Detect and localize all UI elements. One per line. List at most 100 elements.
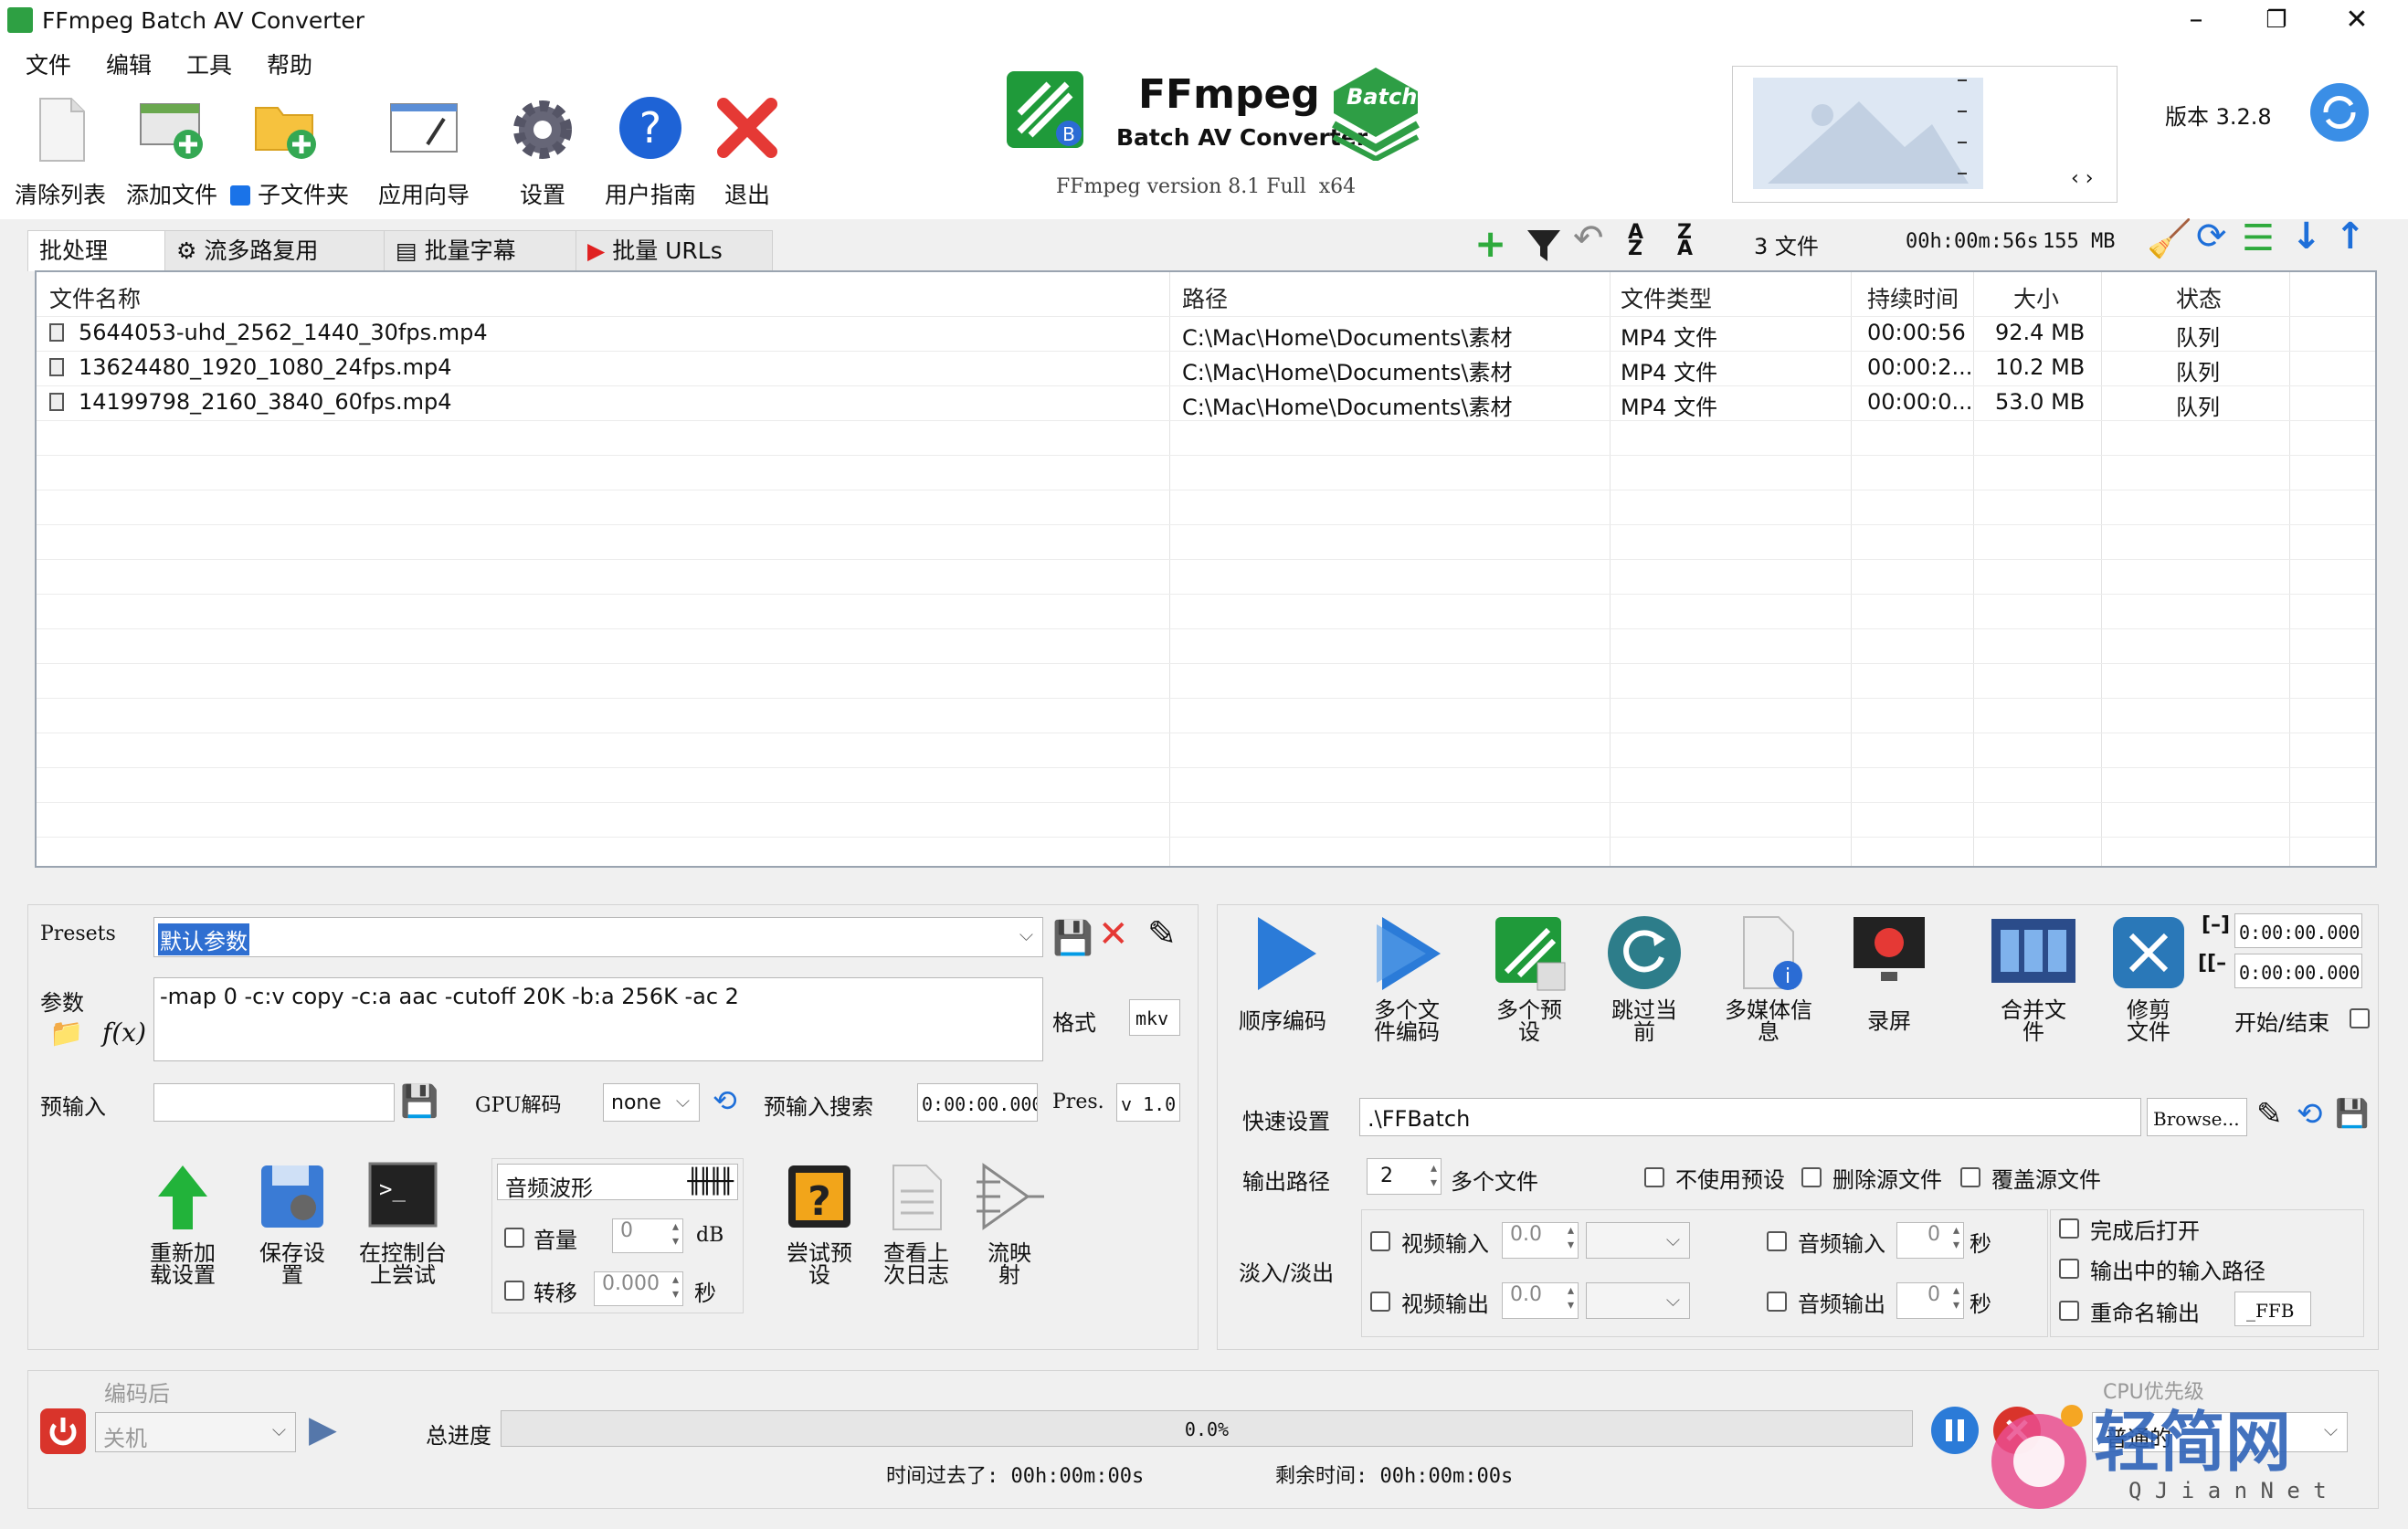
waveform-button[interactable]: 音频波形 ╫╫╫╫ bbox=[497, 1164, 738, 1201]
save-icon[interactable]: 💾 bbox=[400, 1083, 438, 1120]
menu-file[interactable]: 文件 bbox=[26, 47, 71, 80]
delete-preset-icon[interactable]: ✕ bbox=[1098, 913, 1129, 955]
table-row[interactable]: 14199798_2160_3840_60fps.mp4 C:\Mac\Home… bbox=[37, 385, 2375, 420]
overwrite-source-checkbox[interactable] bbox=[1960, 1167, 1980, 1187]
shift-checkbox[interactable] bbox=[504, 1281, 524, 1301]
sort-za-icon[interactable]: ZA bbox=[1677, 223, 1693, 259]
video-out-select[interactable] bbox=[1586, 1282, 1690, 1319]
video-in-select[interactable] bbox=[1586, 1222, 1690, 1259]
filter-icon[interactable] bbox=[1524, 225, 1564, 270]
user-guide-button[interactable]: ? 用户指南 bbox=[596, 91, 705, 210]
col-size[interactable]: 大小 bbox=[2013, 281, 2059, 314]
gpu-select[interactable]: none bbox=[603, 1083, 700, 1122]
add-files-button[interactable]: 添加文件 bbox=[117, 91, 227, 210]
video-in-checkbox[interactable] bbox=[1370, 1231, 1390, 1251]
broom-icon[interactable]: 🧹 bbox=[2147, 217, 2192, 260]
save-preset-icon[interactable]: 💾 bbox=[1052, 919, 1093, 957]
subfolders-button[interactable]: 子文件夹 bbox=[230, 91, 349, 210]
menu-tools[interactable]: 工具 bbox=[186, 47, 232, 80]
tab-batch-urls[interactable]: ▶ 批量 URLs bbox=[576, 230, 773, 271]
tab-batch-subtitles[interactable]: ▤ 批量字幕 bbox=[384, 230, 588, 271]
start-end-checkbox[interactable] bbox=[2350, 1008, 2370, 1028]
col-path[interactable]: 路径 bbox=[1182, 281, 1228, 314]
move-down-icon[interactable]: ↓ bbox=[2291, 216, 2322, 258]
video-out-checkbox[interactable] bbox=[1370, 1292, 1390, 1312]
sort-az-icon[interactable]: AZ bbox=[1628, 223, 1643, 259]
stream-map-button[interactable]: 流映射 bbox=[968, 1160, 1051, 1286]
close-button[interactable]: ✕ bbox=[2317, 0, 2397, 40]
preview-nav-arrows[interactable]: ‹ › bbox=[2071, 167, 2094, 190]
table-row[interactable]: 13624480_1920_1080_24fps.mp4 C:\Mac\Home… bbox=[37, 351, 2375, 385]
auto-icon[interactable]: ▶ bbox=[309, 1408, 337, 1450]
try-console-button[interactable]: >_ 在控制台上尝试 bbox=[353, 1160, 453, 1286]
minimize-button[interactable]: – bbox=[2156, 0, 2236, 40]
trim-files-button[interactable]: 修剪文件 bbox=[2107, 912, 2191, 1043]
test-preset-button[interactable]: ? 尝试预设 bbox=[776, 1160, 862, 1286]
skip-current-button[interactable]: 跳过当前 bbox=[1589, 912, 1699, 1043]
audio-out-checkbox[interactable] bbox=[1767, 1292, 1787, 1312]
rename-suffix-input[interactable]: _FFB bbox=[2234, 1292, 2311, 1326]
file-list[interactable]: 文件名称 路径 文件类型 持续时间 大小 状态 5644053-uhd_2562… bbox=[35, 270, 2377, 868]
tab-batch[interactable]: 批处理 bbox=[27, 230, 185, 271]
save-icon[interactable]: 💾 bbox=[2335, 1098, 2369, 1130]
audio-out-spinner[interactable]: 0 bbox=[1896, 1282, 1964, 1319]
pre-input-field[interactable] bbox=[153, 1083, 395, 1122]
undo-icon[interactable]: ⟲ bbox=[2297, 1096, 2323, 1133]
params-input[interactable]: -map 0 -c:v copy -c:a aac -cutoff 20K -b… bbox=[153, 977, 1043, 1061]
sync-icon[interactable]: ⟳ bbox=[2196, 216, 2227, 258]
sequential-encode-button[interactable]: 顺序编码 bbox=[1226, 912, 1339, 1032]
table-row[interactable]: 5644053-uhd_2562_1440_30fps.mp4 C:\Mac\H… bbox=[37, 316, 2375, 351]
undo-icon[interactable]: ↶ bbox=[1573, 217, 1604, 259]
col-duration[interactable]: 持续时间 bbox=[1867, 281, 1959, 314]
move-up-icon[interactable]: ↑ bbox=[2335, 216, 2366, 258]
clear-list-button[interactable]: 清除列表 bbox=[5, 91, 115, 210]
pause-button[interactable] bbox=[1929, 1405, 1980, 1456]
wizard-button[interactable]: 应用向导 bbox=[369, 91, 479, 210]
preset-select[interactable]: 默认参数 bbox=[153, 917, 1043, 957]
pre-search-input[interactable]: 0:00:00.000 bbox=[917, 1083, 1038, 1122]
after-encode-select[interactable]: 关机 bbox=[95, 1412, 296, 1452]
multi-file-encode-button[interactable]: 多个文件编码 bbox=[1350, 912, 1463, 1043]
refresh-icon[interactable]: ⟲ bbox=[713, 1083, 737, 1118]
no-preset-checkbox[interactable] bbox=[1644, 1167, 1664, 1187]
volume-checkbox[interactable] bbox=[504, 1228, 524, 1248]
format-input[interactable]: mkv bbox=[1129, 999, 1180, 1036]
folder-add-icon[interactable]: 📁 bbox=[49, 1018, 83, 1049]
view-log-button[interactable]: 查看上次日志 bbox=[873, 1160, 959, 1286]
open-when-done-checkbox[interactable] bbox=[2059, 1218, 2079, 1239]
volume-spinner[interactable]: 0 bbox=[612, 1218, 683, 1253]
maximize-button[interactable]: ❐ bbox=[2236, 0, 2317, 40]
exit-button[interactable]: 退出 bbox=[692, 91, 802, 210]
edit-icon[interactable]: ✎ bbox=[2256, 1096, 2283, 1133]
menu-edit[interactable]: 编辑 bbox=[106, 47, 152, 80]
add-icon[interactable]: + bbox=[1474, 221, 1506, 266]
subfolders-checkbox[interactable] bbox=[230, 185, 250, 206]
power-button[interactable] bbox=[38, 1407, 88, 1456]
col-status[interactable]: 状态 bbox=[2176, 281, 2222, 314]
save-settings-button[interactable]: 保存设置 bbox=[247, 1160, 338, 1286]
rename-output-checkbox[interactable] bbox=[2059, 1301, 2079, 1321]
video-in-spinner[interactable]: 0.0 bbox=[1502, 1222, 1579, 1259]
menu-help[interactable]: 帮助 bbox=[267, 47, 312, 80]
end-time-input[interactable]: 0:00:00.000 bbox=[2234, 954, 2362, 988]
input-path-checkbox[interactable] bbox=[2059, 1259, 2079, 1279]
pres-input[interactable]: v 1.0 bbox=[1116, 1083, 1180, 1122]
list-icon[interactable]: ☰ bbox=[2242, 217, 2275, 259]
multi-file-spinner[interactable]: 2 ▴ ▾ bbox=[1367, 1158, 1442, 1195]
video-out-spinner[interactable]: 0.0 bbox=[1502, 1282, 1579, 1319]
col-filename[interactable]: 文件名称 bbox=[49, 281, 141, 314]
delete-source-checkbox[interactable] bbox=[1801, 1167, 1822, 1187]
col-type[interactable]: 文件类型 bbox=[1621, 281, 1712, 314]
audio-in-checkbox[interactable] bbox=[1767, 1231, 1787, 1251]
browse-button[interactable]: Browse... bbox=[2147, 1098, 2247, 1136]
reload-settings-button[interactable]: 重新加载设置 bbox=[137, 1160, 228, 1286]
audio-in-spinner[interactable]: 0 bbox=[1896, 1222, 1964, 1259]
function-icon[interactable]: f(x) bbox=[102, 1018, 146, 1048]
start-time-input[interactable]: 0:00:00.000 bbox=[2234, 913, 2362, 948]
multi-preset-button[interactable]: 多个预设 bbox=[1474, 912, 1584, 1043]
shift-spinner[interactable]: 0.000 bbox=[594, 1271, 683, 1306]
record-screen-button[interactable]: 录屏 bbox=[1834, 912, 1944, 1032]
output-path-input[interactable]: .\FFBatch bbox=[1359, 1098, 2141, 1136]
update-button[interactable] bbox=[2308, 80, 2371, 144]
media-info-button[interactable]: i 多媒体信息 bbox=[1712, 912, 1825, 1043]
